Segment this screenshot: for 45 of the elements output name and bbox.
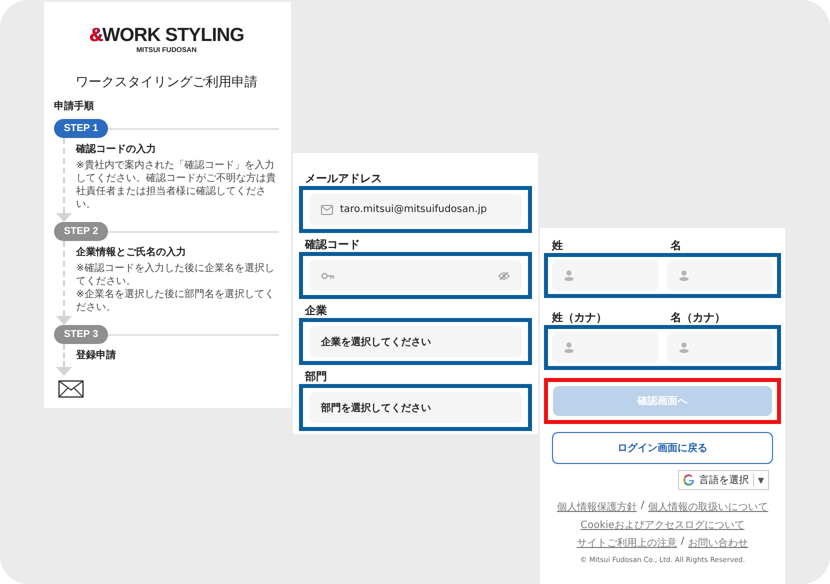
- step-title: 登録申請: [76, 348, 116, 362]
- step-badge: STEP 2: [54, 222, 108, 241]
- input-field[interactable]: [552, 332, 658, 363]
- step-note: ※確認コードを入力した後に企業名を選択してください。: [76, 262, 276, 288]
- person-icon: [678, 270, 688, 281]
- input-field[interactable]: [309, 260, 522, 291]
- footer-link[interactable]: 個人情報の取扱いについて: [648, 500, 768, 514]
- section-heading: 申請手順: [54, 100, 95, 113]
- step-note: ※貴社内で案内された「確認コード」を入力してください。確認コードがご不明な方は貴社責任者または担当者様に確認してください。: [76, 159, 277, 211]
- select-field[interactable]: 企業を選択してください: [309, 326, 522, 357]
- mail-icon: [321, 204, 333, 214]
- link-separator: /: [640, 500, 644, 513]
- step-title: 確認コードの入力: [76, 142, 157, 156]
- input-field[interactable]: taro.mitsui@mitsuifudosan.jp: [309, 194, 522, 225]
- input-field[interactable]: [666, 332, 773, 363]
- select-field[interactable]: 部門を選択してください: [309, 392, 522, 423]
- hidden-eye-icon[interactable]: [498, 270, 510, 280]
- input-field[interactable]: [666, 260, 773, 291]
- field-label: 企業: [305, 303, 328, 318]
- field-label: 姓: [552, 238, 564, 253]
- field-label: 名（カナ）: [670, 310, 726, 325]
- field-label: 部門: [305, 369, 328, 384]
- envelope-icon: [58, 380, 84, 398]
- back-button[interactable]: ログイン画面に戻る: [552, 432, 773, 464]
- link-separator: /: [680, 536, 684, 549]
- field-label: 確認コード: [305, 237, 361, 252]
- step-badge: STEP 1: [54, 119, 108, 138]
- key-icon: [321, 272, 335, 280]
- footer-link[interactable]: 個人情報保護方針: [556, 500, 637, 514]
- person-icon: [678, 342, 688, 353]
- step-badge: STEP 3: [54, 325, 108, 344]
- step-note: ※企業名を選択した後に部門名を選択してください。: [76, 288, 276, 314]
- footer-link[interactable]: サイトご利用上の注意: [576, 536, 677, 550]
- input-field[interactable]: [552, 260, 658, 291]
- person-icon: [564, 342, 574, 353]
- person-icon: [564, 270, 574, 281]
- field-label: メールアドレス: [305, 171, 383, 186]
- page-title: ワークスタイリングご利用申請: [74, 74, 258, 91]
- footer-link[interactable]: Cookieおよびアクセスログについて: [580, 518, 744, 532]
- language-select[interactable]: 言語を選択 ▼: [678, 470, 769, 490]
- footer-link[interactable]: お問い合わせ: [688, 536, 748, 550]
- step-title: 企業情報とご氏名の入力: [76, 246, 187, 259]
- field-label: 名: [670, 238, 682, 253]
- field-label: 姓（カナ）: [552, 310, 608, 325]
- google-icon: [682, 474, 695, 486]
